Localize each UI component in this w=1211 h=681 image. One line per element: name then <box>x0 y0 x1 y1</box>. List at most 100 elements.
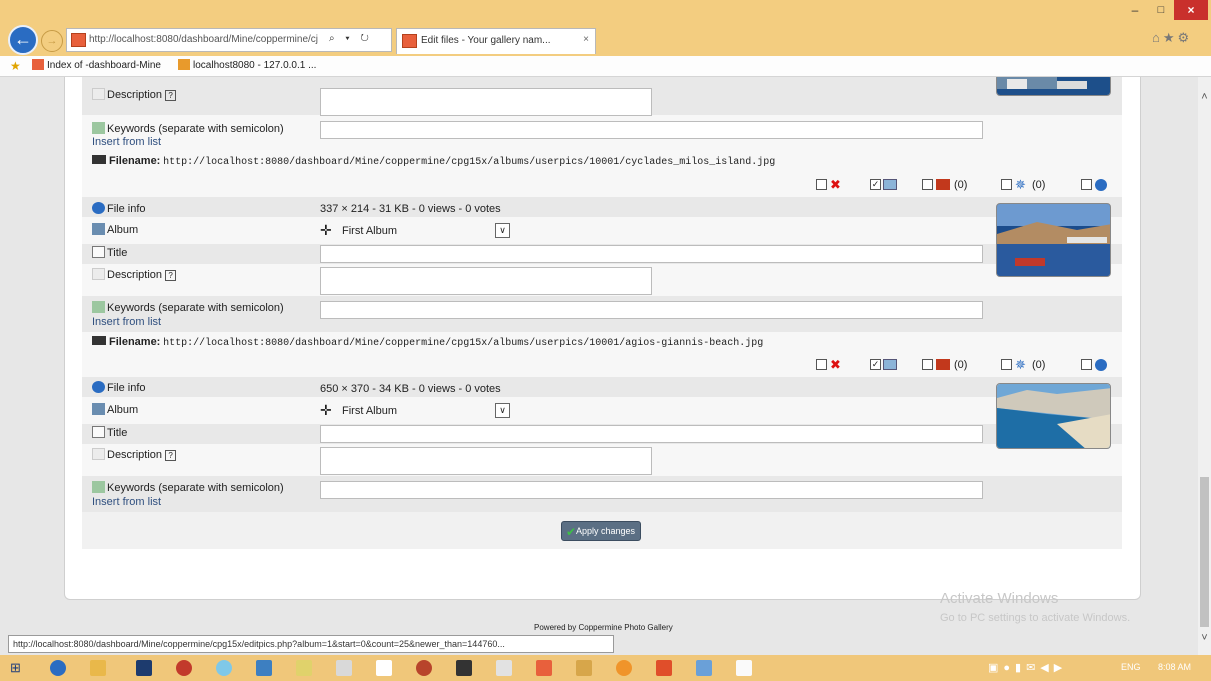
tab-edit-files[interactable]: Edit files - Your gallery nam... × <box>396 28 596 54</box>
info-icon <box>92 381 105 393</box>
description-textarea[interactable] <box>320 447 652 475</box>
delete-icon: ✖ <box>830 177 841 192</box>
reset-ecard-checkbox[interactable] <box>1001 359 1012 370</box>
chevron-down-icon[interactable]: ∨ <box>495 223 510 238</box>
album-icon <box>92 223 105 235</box>
app-icon[interactable] <box>696 660 712 676</box>
app-icon[interactable] <box>616 660 632 676</box>
home-favorites-settings-icon[interactable]: ⌂★⚙ <box>1152 30 1192 46</box>
thumbnail-image <box>997 384 1110 448</box>
reset-rating-checkbox[interactable] <box>922 359 933 370</box>
keywords-icon <box>92 481 105 493</box>
title-text: Title <box>107 247 128 259</box>
description-textarea[interactable] <box>320 88 652 116</box>
album-row <box>82 397 1122 424</box>
favorite-localhost[interactable]: localhost8080 - 127.0.0.1 ... <box>178 59 316 71</box>
keywords-input[interactable] <box>320 121 983 139</box>
rating-count: (0) <box>954 359 968 371</box>
app-icon[interactable] <box>576 660 592 676</box>
address-tools-icon[interactable]: ⌕ ▾ ↻ <box>329 33 373 44</box>
xampp-icon[interactable] <box>536 660 552 676</box>
vertical-scrollbar[interactable]: ˄ ˅ <box>1198 77 1211 655</box>
title-text: Title <box>107 427 128 439</box>
filename-path: http://localhost:8080/dashboard/Mine/cop… <box>163 157 776 168</box>
app-icon[interactable] <box>656 660 672 676</box>
title-input[interactable] <box>320 245 983 263</box>
keywords-text: Keywords (separate with semicolon) <box>107 482 284 494</box>
apply-changes-button[interactable]: ✔ Apply changes <box>561 521 641 541</box>
scroll-down-icon[interactable]: ˅ <box>1198 632 1211 646</box>
delete-checkbox[interactable] <box>816 179 827 190</box>
xampp-icon <box>178 59 190 70</box>
scrollbar-thumb[interactable] <box>1200 477 1209 627</box>
notepad-icon[interactable] <box>336 660 352 676</box>
app-icon[interactable] <box>416 660 432 676</box>
thumbnail-checkbox[interactable]: ✓ <box>870 359 881 370</box>
language-indicator[interactable]: ENG <box>1121 662 1141 672</box>
delete-checkbox[interactable] <box>816 359 827 370</box>
forward-button[interactable]: → <box>41 30 63 52</box>
app-icon[interactable] <box>296 660 312 676</box>
file-explorer-icon[interactable] <box>90 660 106 676</box>
app-icon[interactable] <box>496 660 512 676</box>
file-info-label: File info <box>92 381 146 394</box>
app-icon[interactable] <box>176 660 192 676</box>
keywords-text: Keywords (separate with semicolon) <box>107 123 284 135</box>
app-icon[interactable] <box>256 660 272 676</box>
keywords-input[interactable] <box>320 301 983 319</box>
favorites-star-icon[interactable]: ★ <box>10 59 21 73</box>
favorite-index-of-dashboard[interactable]: Index of -dashboard-Mine <box>32 59 161 71</box>
terminal-icon[interactable] <box>456 660 472 676</box>
file-info-row <box>82 377 1122 397</box>
title-icon <box>92 246 105 258</box>
insert-from-list-link[interactable]: Insert from list <box>92 316 161 328</box>
file-thumbnail[interactable] <box>996 77 1111 96</box>
site-favicon-icon <box>32 59 44 70</box>
start-icon[interactable]: ⊞ <box>10 661 24 675</box>
internet-explorer-icon[interactable] <box>50 660 66 676</box>
maximize-button[interactable]: □ <box>1149 2 1173 20</box>
activate-windows-subtitle: Go to PC settings to activate Windows. <box>940 612 1131 624</box>
reset-comments-checkbox[interactable] <box>1081 359 1092 370</box>
album-select[interactable]: ✛ First Album ∨ <box>320 222 512 240</box>
close-window-button[interactable]: × <box>1174 0 1208 20</box>
file-thumbnail[interactable] <box>996 203 1111 277</box>
description-text: Description <box>107 449 163 461</box>
app-icon[interactable] <box>736 660 752 676</box>
scroll-up-icon[interactable]: ˄ <box>1198 91 1211 105</box>
title-input[interactable] <box>320 425 983 443</box>
description-textarea[interactable] <box>320 267 652 295</box>
insert-from-list-link[interactable]: Insert from list <box>92 496 161 508</box>
keywords-input[interactable] <box>320 481 983 499</box>
address-bar[interactable]: http://localhost:8080/dashboard/Mine/cop… <box>66 28 392 52</box>
minimize-button[interactable]: – <box>1123 2 1147 20</box>
image-file-icon <box>92 155 106 164</box>
reset-ecard-checkbox[interactable] <box>1001 179 1012 190</box>
album-select-value: First Album <box>342 405 398 417</box>
tab-title: Edit files - Your gallery nam... <box>421 35 551 46</box>
reset-rating-checkbox[interactable] <box>922 179 933 190</box>
file-info-row <box>82 197 1122 217</box>
file-thumbnail[interactable] <box>996 383 1111 449</box>
help-icon[interactable]: ? <box>165 270 177 281</box>
tab-close-icon[interactable]: × <box>583 34 589 45</box>
app-icon[interactable] <box>216 660 232 676</box>
photoshop-icon[interactable] <box>136 660 152 676</box>
back-button[interactable]: ← <box>8 25 38 55</box>
reset-comments-checkbox[interactable] <box>1081 179 1092 190</box>
system-tray-icons[interactable]: ▣●▮✉◀▶ <box>988 661 1067 674</box>
window-titlebar: – □ × <box>0 0 1211 22</box>
album-label: Album <box>92 403 138 416</box>
album-select[interactable]: ✛ First Album ∨ <box>320 402 512 420</box>
help-icon[interactable]: ? <box>165 450 177 461</box>
help-icon[interactable]: ? <box>165 90 177 101</box>
address-url[interactable]: http://localhost:8080/dashboard/Mine/cop… <box>89 34 325 45</box>
document-icon[interactable] <box>376 660 392 676</box>
thumbnail-icon <box>883 179 897 190</box>
chevron-down-icon[interactable]: ∨ <box>495 403 510 418</box>
album-row <box>82 217 1122 244</box>
thumbnail-checkbox[interactable]: ✓ <box>870 179 881 190</box>
file-info-text: File info <box>107 382 146 394</box>
keywords-label: Keywords (separate with semicolon) <box>92 122 284 135</box>
clock[interactable]: 8:08 AM <box>1158 662 1191 672</box>
